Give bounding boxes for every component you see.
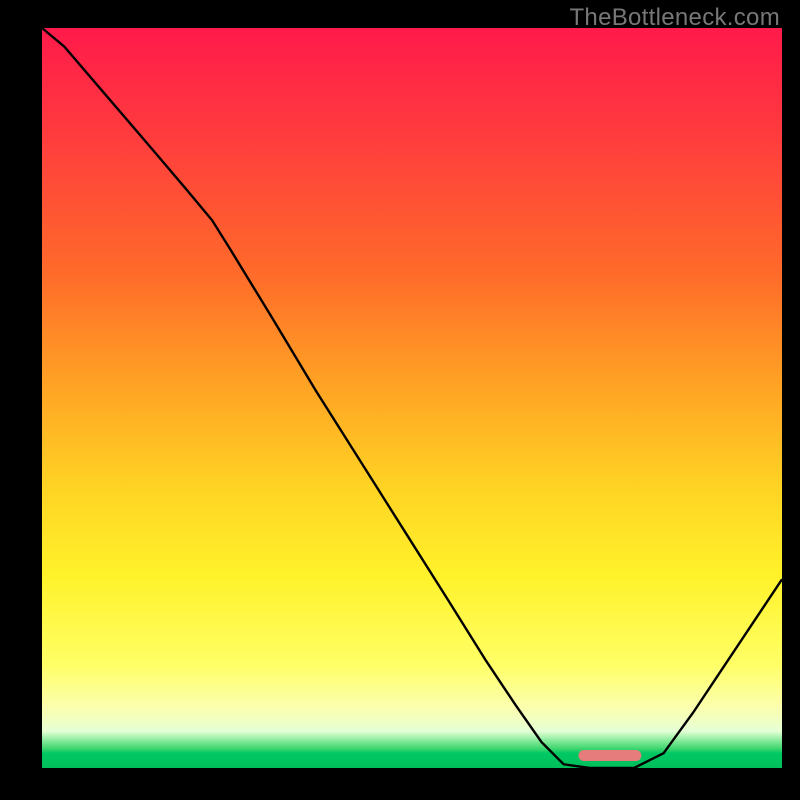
optimal-range-marker (579, 750, 642, 761)
chart-svg (42, 28, 782, 768)
bottleneck-curve (42, 28, 782, 768)
plot-area (42, 28, 782, 768)
bottleneck-chart: TheBottleneck.com (0, 0, 800, 800)
